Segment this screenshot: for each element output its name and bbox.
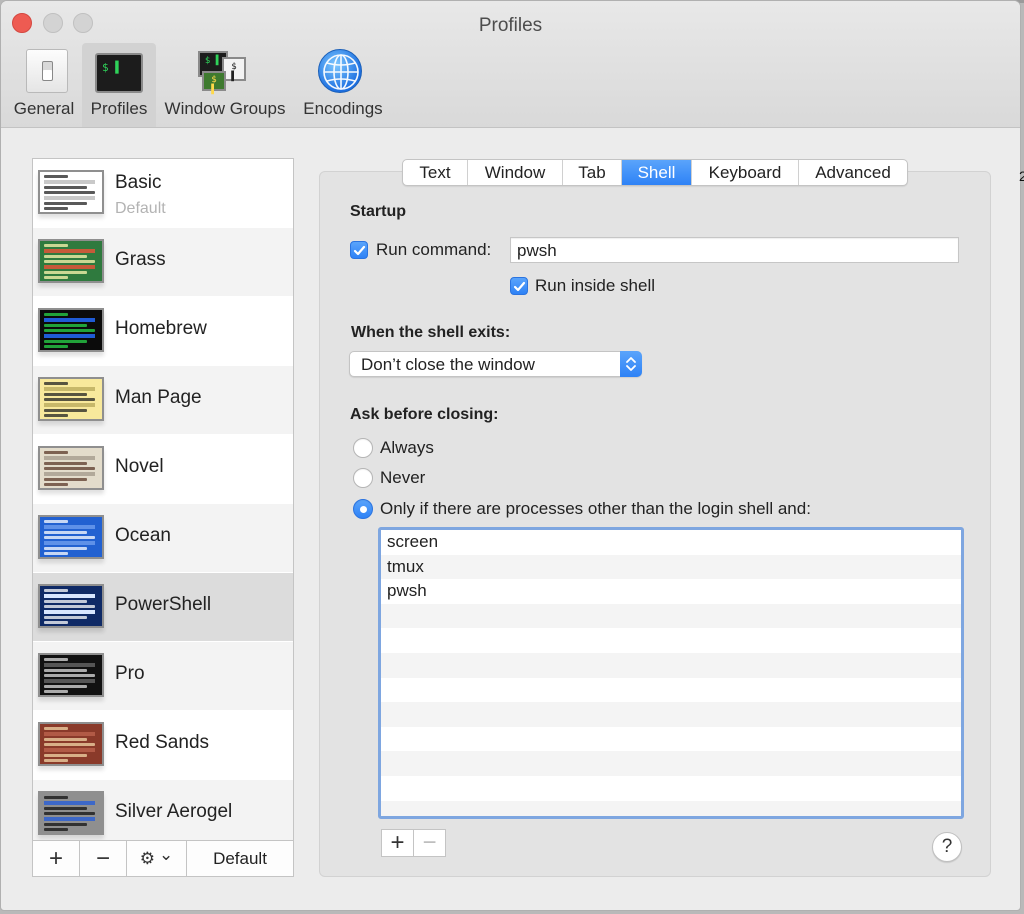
preferences-window: Profiles General $ ▌ Profiles $ ▌ $ ▌ $ … xyxy=(0,0,1021,911)
profile-thumbnail xyxy=(38,584,104,628)
profile-default-subtitle: Default xyxy=(115,200,166,217)
profile-thumbnail xyxy=(38,239,104,283)
profile-item[interactable]: Ocean xyxy=(33,504,293,573)
run-command-label: Run command: xyxy=(376,240,492,259)
profile-item[interactable]: PowerShell xyxy=(33,573,293,642)
tab-text[interactable]: Text xyxy=(403,160,468,185)
chevron-down-icon: ⌄ xyxy=(159,844,174,864)
shell-exits-value: Don’t close the window xyxy=(361,355,535,374)
profile-thumbnail xyxy=(38,377,104,421)
profile-item[interactable]: Pro xyxy=(33,642,293,711)
process-row[interactable] xyxy=(381,776,961,801)
terminal-icon: $ ▌ xyxy=(95,53,143,93)
add-profile-button[interactable]: + xyxy=(33,841,80,876)
radio-always[interactable] xyxy=(353,438,373,458)
process-row[interactable] xyxy=(381,727,961,752)
tab-shell[interactable]: Shell xyxy=(622,160,692,185)
globe-icon xyxy=(318,49,362,93)
profile-name: Novel xyxy=(115,456,164,477)
profile-thumbnail xyxy=(38,653,104,697)
profile-thumbnail xyxy=(38,515,104,559)
startup-heading: Startup xyxy=(350,203,406,220)
process-list-buttons: + − xyxy=(381,829,446,857)
run-inside-shell-checkbox[interactable] xyxy=(510,277,528,295)
toolbar-window-groups-label: Window Groups xyxy=(164,99,286,118)
profile-item[interactable]: Homebrew xyxy=(33,297,293,366)
background-window-glyph: 2 xyxy=(1019,168,1024,184)
profile-item[interactable]: Man Page xyxy=(33,366,293,435)
process-row[interactable] xyxy=(381,603,961,629)
profile-name: Pro xyxy=(115,663,145,684)
toolbar: Profiles General $ ▌ Profiles $ ▌ $ ▌ $ … xyxy=(1,1,1020,128)
profiles-list[interactable]: Basic Default Grass Homebrew Man Page Novel Oc… xyxy=(32,158,294,877)
profile-name: PowerShell xyxy=(115,594,212,615)
profile-name: Silver Aerogel xyxy=(115,801,233,822)
remove-process-button[interactable]: − xyxy=(413,829,445,856)
radio-never-label: Never xyxy=(380,468,426,487)
shell-exits-heading: When the shell exits: xyxy=(351,324,511,341)
shell-exits-popup[interactable]: Don’t close the window xyxy=(349,351,642,377)
radio-never[interactable] xyxy=(353,468,373,488)
general-switch-icon xyxy=(26,49,68,93)
profile-item[interactable]: Grass xyxy=(33,228,293,297)
profile-name: Homebrew xyxy=(115,318,207,339)
profile-name: Man Page xyxy=(115,387,202,408)
process-list[interactable]: screen tmux pwsh xyxy=(378,527,964,819)
process-row[interactable]: screen xyxy=(381,530,961,555)
profile-thumbnail xyxy=(38,446,104,490)
radio-only-if-processes-label: Only if there are processes other than t… xyxy=(380,499,811,518)
profile-item[interactable]: Silver Aerogel xyxy=(33,780,293,849)
add-process-button[interactable]: + xyxy=(382,829,413,856)
toolbar-profiles[interactable]: $ ▌ Profiles xyxy=(82,43,156,127)
checkmark-icon xyxy=(513,281,526,292)
profile-thumbnail xyxy=(38,308,104,352)
profile-name: Basic xyxy=(115,172,162,193)
process-row[interactable] xyxy=(381,678,961,703)
profiles-list-toolbar: + − ⚙ ⌄ Default xyxy=(32,840,294,877)
run-command-field[interactable]: pwsh xyxy=(510,237,959,263)
tab-tab[interactable]: Tab xyxy=(563,160,622,185)
profile-name: Grass xyxy=(115,249,166,270)
window-groups-icon: $ ▌ $ ▌ $ ▌ xyxy=(198,51,248,95)
updown-chevron-icon xyxy=(620,351,642,377)
toolbar-window-groups[interactable]: $ ▌ $ ▌ $ ▌ Window Groups xyxy=(160,43,290,127)
gear-icon: ⚙ xyxy=(139,848,155,868)
toolbar-general-label: General xyxy=(13,99,75,118)
profile-actions-menu[interactable]: ⚙ ⌄ xyxy=(127,841,187,876)
profile-item[interactable]: Basic Default xyxy=(33,159,293,228)
checkmark-icon xyxy=(353,245,366,256)
process-row[interactable] xyxy=(381,628,961,653)
toolbar-general[interactable]: General xyxy=(5,43,83,127)
remove-profile-button[interactable]: − xyxy=(80,841,127,876)
profile-item[interactable]: Red Sands xyxy=(33,711,293,780)
profile-thumbnail xyxy=(38,722,104,766)
process-row[interactable] xyxy=(381,702,961,727)
tab-advanced[interactable]: Advanced xyxy=(799,160,907,185)
profile-item[interactable]: Novel xyxy=(33,435,293,504)
profile-thumbnail xyxy=(38,791,104,835)
profile-thumbnail xyxy=(38,170,104,214)
tab-window[interactable]: Window xyxy=(468,160,563,185)
window-groups-icon-term3: $ ▌ xyxy=(202,71,226,95)
profile-name: Ocean xyxy=(115,525,171,546)
ask-before-closing-heading: Ask before closing: xyxy=(350,406,499,423)
settings-tabs: Text Window Tab Shell Keyboard Advanced xyxy=(402,159,908,186)
run-inside-shell-label: Run inside shell xyxy=(535,276,656,295)
toolbar-encodings-label: Encodings xyxy=(303,99,383,118)
process-row[interactable] xyxy=(381,800,961,816)
help-button[interactable]: ? xyxy=(932,832,962,862)
tab-keyboard[interactable]: Keyboard xyxy=(692,160,799,185)
toolbar-profiles-label: Profiles xyxy=(90,99,148,118)
run-command-checkbox[interactable] xyxy=(350,241,368,259)
process-row[interactable]: tmux xyxy=(381,554,961,580)
process-row[interactable]: pwsh xyxy=(381,579,961,604)
radio-only-if-processes[interactable] xyxy=(353,499,373,519)
process-row[interactable] xyxy=(381,652,961,678)
radio-always-label: Always xyxy=(380,438,434,457)
set-default-button[interactable]: Default xyxy=(187,841,293,876)
process-row[interactable] xyxy=(381,751,961,776)
profile-name: Red Sands xyxy=(115,732,210,753)
toolbar-encodings[interactable]: Encodings xyxy=(298,43,388,127)
window-title: Profiles xyxy=(478,15,543,36)
